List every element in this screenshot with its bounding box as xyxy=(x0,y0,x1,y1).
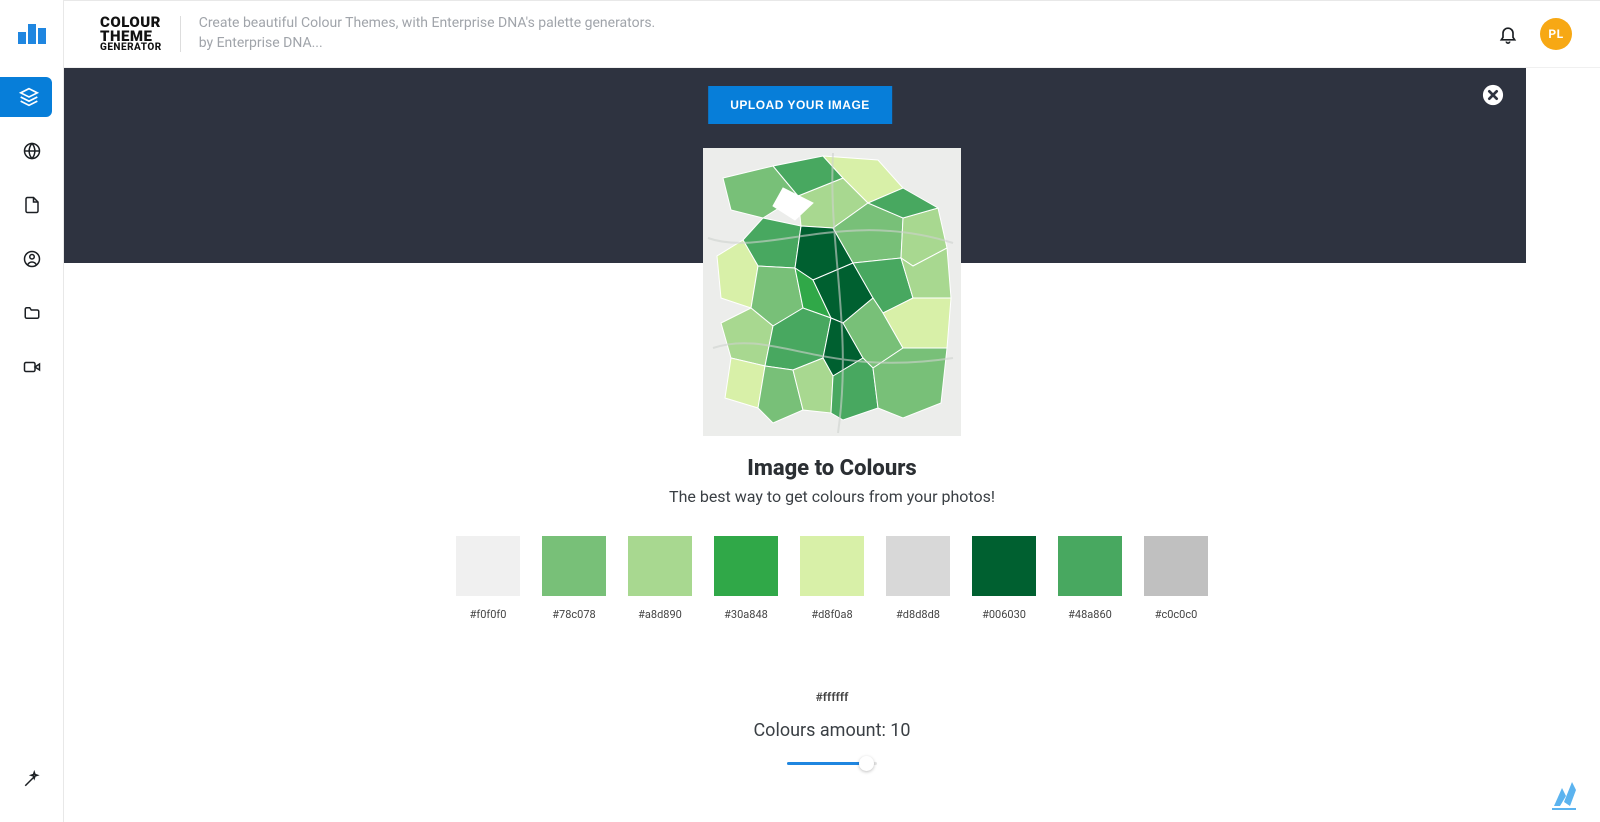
swatch-box xyxy=(886,536,950,596)
image-preview xyxy=(703,148,961,436)
brand-mark-icon xyxy=(1546,776,1582,812)
swatch-box xyxy=(800,536,864,596)
sidebar-item-folder[interactable] xyxy=(6,293,58,333)
colour-swatch[interactable]: #78c078 xyxy=(542,536,606,621)
swatch-box xyxy=(542,536,606,596)
swatch-hex: #f0f0f0 xyxy=(470,608,507,621)
sidebar-item-user[interactable] xyxy=(6,239,58,279)
swatch-hex: #c0c0c0 xyxy=(1155,608,1198,621)
swatch-hex: #78c078 xyxy=(552,608,595,621)
sidebar-item-globe[interactable] xyxy=(6,131,58,171)
file-icon xyxy=(23,196,41,214)
colour-swatch[interactable]: #48a860 xyxy=(1058,536,1122,621)
colour-swatch[interactable]: #c0c0c0 xyxy=(1144,536,1208,621)
colours-amount: Colours amount: 10 xyxy=(64,720,1600,741)
brand-line: GENERATOR xyxy=(100,43,162,52)
slider-thumb[interactable] xyxy=(859,756,874,771)
map-illustration xyxy=(703,148,961,436)
swatch-box xyxy=(1058,536,1122,596)
swatch-hex: #d8d8d8 xyxy=(896,608,940,621)
swatch-hex: #48a860 xyxy=(1068,608,1112,621)
header-description: Create beautiful Colour Themes, with Ent… xyxy=(199,14,656,53)
amount-value: 10 xyxy=(890,720,910,741)
header: COLOUR THEME GENERATOR Create beautiful … xyxy=(64,0,1600,68)
user-circle-icon xyxy=(23,250,41,268)
header-desc-line: by Enterprise DNA... xyxy=(199,34,656,54)
swatch-box xyxy=(714,536,778,596)
brand-mark xyxy=(1546,776,1582,812)
avatar-initials: PL xyxy=(1548,27,1563,41)
colour-swatch[interactable]: #30a848 xyxy=(714,536,778,621)
sidebar-item-layers[interactable] xyxy=(0,77,52,117)
sidebar-item-wand[interactable] xyxy=(6,759,58,799)
amount-label: Colours amount: xyxy=(753,720,890,741)
notifications-button[interactable] xyxy=(1498,24,1518,44)
brand-line: THEME xyxy=(100,30,162,44)
sidebar xyxy=(0,0,64,822)
colour-swatch[interactable]: #006030 xyxy=(972,536,1036,621)
swatch-hex: #d8f0a8 xyxy=(811,608,852,621)
folder-icon xyxy=(23,304,41,322)
header-desc-line: Create beautiful Colour Themes, with Ent… xyxy=(199,14,656,34)
wand-icon xyxy=(23,770,41,788)
colour-swatch[interactable]: #d8d8d8 xyxy=(886,536,950,621)
layers-icon xyxy=(19,87,39,107)
swatch-box xyxy=(456,536,520,596)
swatch-hex: #30a848 xyxy=(724,608,768,621)
main: Image to Colours The best way to get col… xyxy=(64,68,1600,822)
colour-swatch[interactable]: #a8d890 xyxy=(628,536,692,621)
page-title: Image to Colours xyxy=(64,456,1600,481)
page-subtitle: The best way to get colours from your ph… xyxy=(64,487,1600,506)
swatch-box xyxy=(1144,536,1208,596)
swatch-hex: #006030 xyxy=(982,608,1026,621)
colour-palette: #f0f0f0 #78c078 #a8d890 #30a848 #d8f0a8 #d8d8… xyxy=(456,536,1208,621)
colour-swatch[interactable]: #d8f0a8 xyxy=(800,536,864,621)
extra-hex-value: #ffffff xyxy=(64,690,1600,704)
swatch-hex: #a8d890 xyxy=(638,608,682,621)
brand-title: COLOUR THEME GENERATOR xyxy=(100,16,181,52)
slider-fill xyxy=(787,762,865,765)
swatch-box xyxy=(972,536,1036,596)
app-logo xyxy=(16,14,48,46)
colour-swatch[interactable]: #f0f0f0 xyxy=(456,536,520,621)
amount-slider[interactable] xyxy=(787,756,877,772)
swatch-box xyxy=(628,536,692,596)
bell-icon xyxy=(1498,24,1518,44)
sidebar-item-file[interactable] xyxy=(6,185,58,225)
video-icon xyxy=(23,358,41,376)
user-avatar[interactable]: PL xyxy=(1540,18,1572,50)
globe-icon xyxy=(23,142,41,160)
sidebar-item-video[interactable] xyxy=(6,347,58,387)
